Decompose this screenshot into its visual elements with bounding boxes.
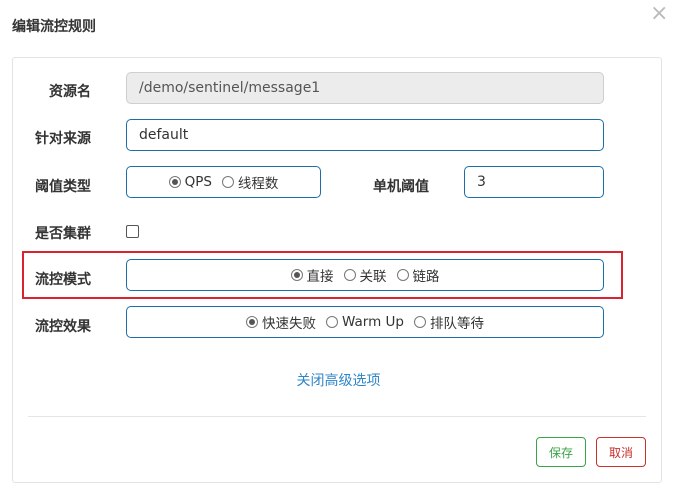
radio-unchecked-icon bbox=[396, 269, 409, 281]
radio-warm-up[interactable]: Warm Up bbox=[326, 314, 404, 330]
radio-fast-fail-label: 快速失败 bbox=[262, 316, 317, 332]
radio-fast-fail[interactable]: 快速失败 bbox=[246, 312, 316, 332]
radio-queue[interactable]: 排队等待 bbox=[413, 312, 484, 332]
radio-qps[interactable]: QPS bbox=[168, 174, 212, 190]
control-behavior-group: 快速失败 Warm Up 排队等待 bbox=[126, 306, 604, 338]
radio-checked-icon bbox=[290, 269, 303, 281]
close-icon[interactable]: × bbox=[650, 3, 668, 25]
radio-chain[interactable]: 链路 bbox=[396, 265, 440, 285]
radio-unchecked-icon bbox=[326, 316, 339, 328]
threshold-type-group: QPS 线程数 bbox=[126, 166, 321, 198]
resource-label: 资源名 bbox=[49, 84, 91, 100]
radio-direct[interactable]: 直接 bbox=[290, 265, 334, 285]
toggle-advanced-link[interactable]: 关闭高级选项 bbox=[0, 370, 677, 390]
radio-thread-count[interactable]: 线程数 bbox=[221, 172, 279, 192]
radio-checked-icon bbox=[168, 176, 181, 188]
radio-unchecked-icon bbox=[343, 269, 356, 281]
modal-title: 编辑流控规则 bbox=[12, 19, 96, 35]
resource-input: /demo/sentinel/message1 bbox=[126, 72, 604, 104]
radio-unchecked-icon bbox=[221, 176, 234, 188]
radio-queue-label: 排队等待 bbox=[429, 316, 484, 332]
threshold-type-label: 阈值类型 bbox=[35, 179, 91, 195]
cancel-button[interactable]: 取消 bbox=[596, 437, 646, 467]
radio-qps-label: QPS bbox=[184, 174, 212, 190]
threshold-label: 单机阈值 bbox=[373, 179, 429, 195]
radio-warm-up-label: Warm Up bbox=[342, 314, 404, 330]
radio-relate[interactable]: 关联 bbox=[343, 265, 387, 285]
strategy-label: 流控模式 bbox=[35, 272, 91, 288]
cluster-label: 是否集群 bbox=[35, 226, 91, 242]
threshold-input[interactable]: 3 bbox=[464, 166, 604, 198]
radio-checked-icon bbox=[246, 316, 259, 328]
limit-app-input[interactable]: default bbox=[126, 119, 604, 151]
save-button[interactable]: 保存 bbox=[536, 437, 586, 467]
footer-divider bbox=[28, 416, 646, 417]
radio-chain-label: 链路 bbox=[412, 269, 440, 285]
radio-relate-label: 关联 bbox=[359, 269, 387, 285]
strategy-group: 直接 关联 链路 bbox=[126, 259, 604, 291]
radio-unchecked-icon bbox=[413, 316, 426, 328]
cluster-checkbox[interactable] bbox=[126, 225, 139, 238]
control-behavior-label: 流控效果 bbox=[35, 319, 91, 335]
radio-direct-label: 直接 bbox=[306, 269, 334, 285]
radio-thread-count-label: 线程数 bbox=[237, 176, 279, 192]
limit-app-label: 针对来源 bbox=[35, 131, 91, 147]
